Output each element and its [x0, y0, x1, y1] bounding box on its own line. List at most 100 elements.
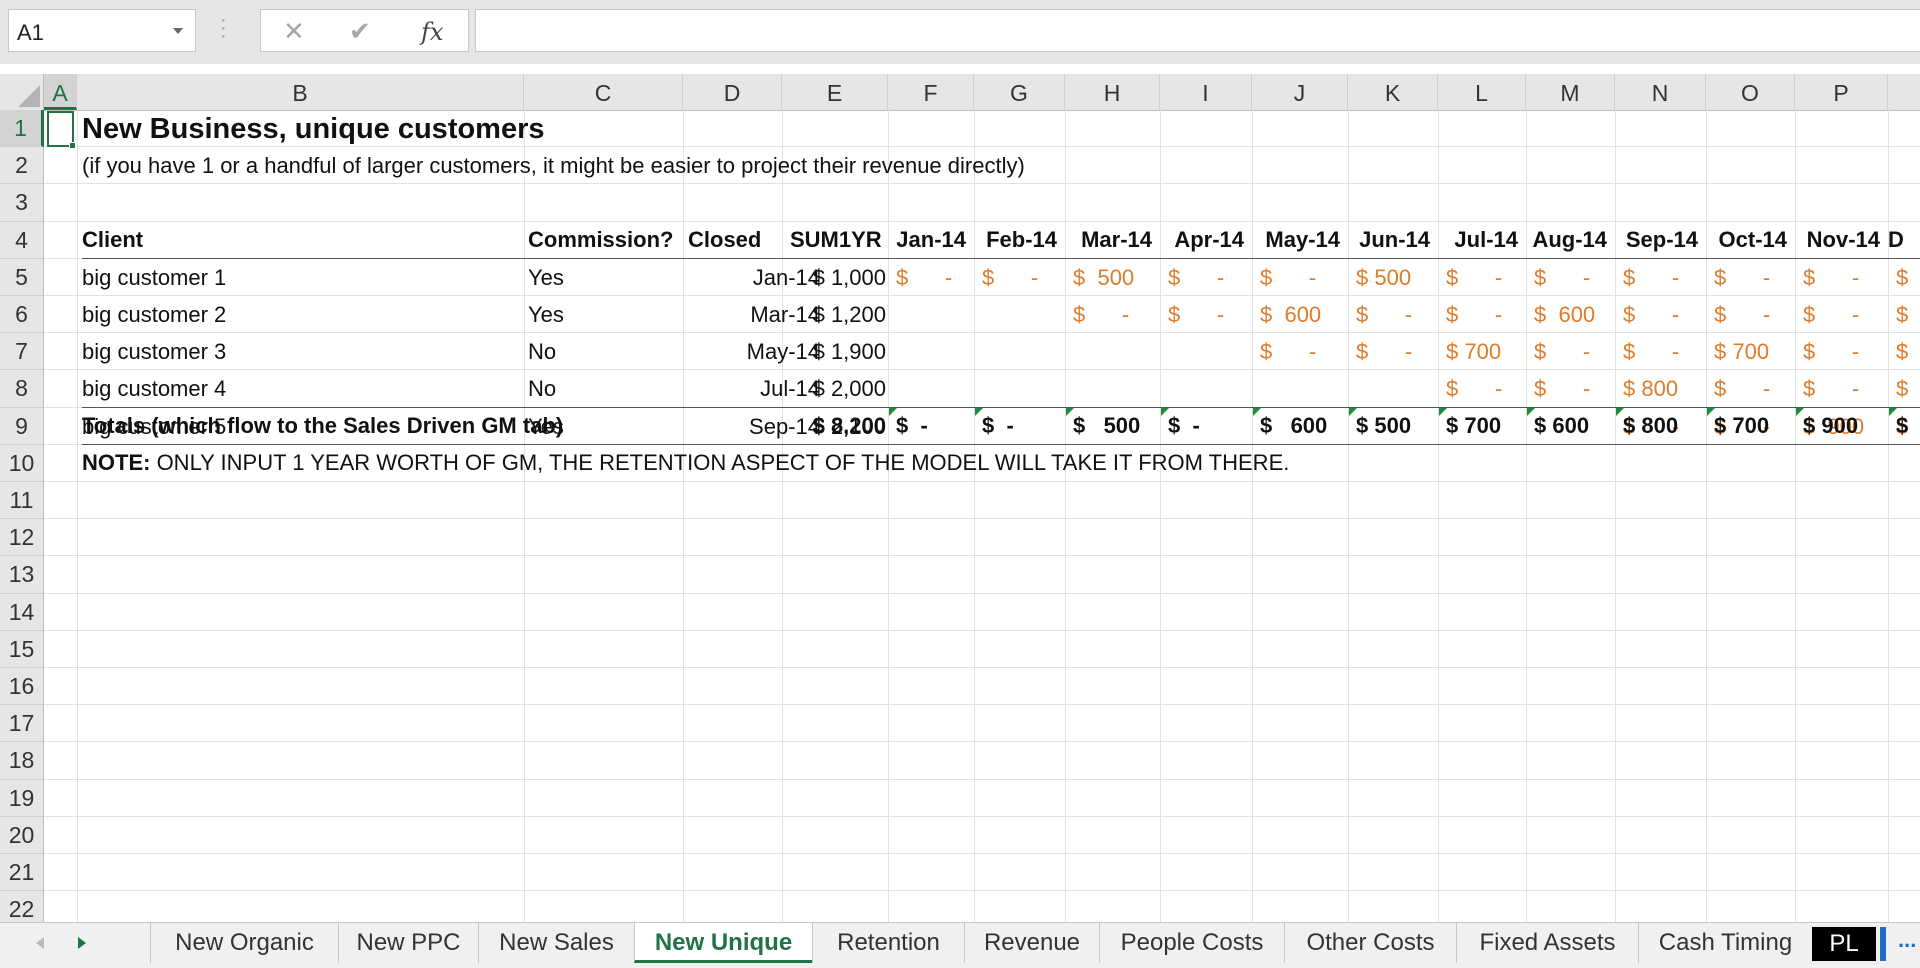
row-header-15[interactable]: 15 [0, 630, 44, 668]
month-value: $ [1896, 339, 1909, 364]
month-value: $ - [1803, 376, 1860, 401]
column-header-d[interactable]: D [683, 74, 782, 110]
row-header-16[interactable]: 16 [0, 668, 44, 706]
column-header-n[interactable]: N [1615, 74, 1706, 110]
month-value: $ - [1356, 339, 1413, 364]
client-name: big customer 2 [82, 302, 227, 327]
row-header-14[interactable]: 14 [0, 593, 44, 631]
scroll-tabs-left-icon[interactable] [36, 937, 44, 949]
row-header-9[interactable]: 9 [0, 407, 44, 445]
column-header-h[interactable]: H [1065, 74, 1160, 110]
row-header-13[interactable]: 13 [0, 556, 44, 594]
column-header-a[interactable]: A [44, 74, 77, 110]
insert-function-icon[interactable]: fx [421, 18, 443, 46]
row-header-7[interactable]: 7 [0, 333, 44, 371]
row-header-6[interactable]: 6 [0, 296, 44, 334]
tab-fixed-assets[interactable]: Fixed Assets [1456, 923, 1638, 963]
month-value: $ 500 [1356, 265, 1412, 290]
month-total: $ 600 [1534, 413, 1590, 438]
row-header-19[interactable]: 19 [0, 779, 44, 817]
column-header-b[interactable]: B [77, 74, 524, 110]
row-header-17[interactable]: 17 [0, 705, 44, 743]
row-header-12[interactable]: 12 [0, 519, 44, 557]
row-header-21[interactable]: 21 [0, 854, 44, 892]
row-header-1[interactable]: 1 [0, 110, 44, 148]
tab-people-costs[interactable]: People Costs [1099, 923, 1284, 963]
month-value: $ [1896, 376, 1909, 401]
row-header-11[interactable]: 11 [0, 482, 44, 520]
gridline-horizontal [44, 481, 1920, 482]
month-value: $ - [1714, 302, 1771, 327]
tab-revenue[interactable]: Revenue [964, 923, 1099, 963]
column-header-e[interactable]: E [782, 74, 888, 110]
column-header-m[interactable]: M [1526, 74, 1615, 110]
month-header: Jul-14 [1454, 227, 1518, 252]
tab-new-sales[interactable]: New Sales [478, 923, 634, 963]
formula-input[interactable] [475, 9, 1920, 52]
tab-cash-timing[interactable]: Cash Timing [1638, 923, 1812, 963]
tab-retention[interactable]: Retention [812, 923, 964, 963]
chevron-down-icon[interactable] [173, 28, 183, 34]
row-header-18[interactable]: 18 [0, 742, 44, 780]
sum1yr-value: $ 1,900 [812, 339, 886, 364]
row-header-4[interactable]: 4 [0, 221, 44, 259]
column-header-c[interactable]: C [524, 74, 683, 110]
gridline-horizontal [44, 741, 1920, 743]
gridline-horizontal [44, 778, 1920, 780]
month-value: $ - [896, 265, 953, 290]
column-headers: ABCDEFGHIJKLMNOP [0, 74, 1920, 111]
column-header-p[interactable]: P [1795, 74, 1888, 110]
name-box[interactable]: A1 [8, 9, 196, 52]
tab-other-costs[interactable]: Other Costs [1284, 923, 1456, 963]
month-value: $ 700 [1446, 339, 1502, 364]
cell-area[interactable]: New Business, unique customers (if you h… [44, 110, 1920, 922]
column-header-o[interactable]: O [1706, 74, 1795, 110]
month-total: $ 700 [1446, 413, 1502, 438]
month-value: $ - [1260, 339, 1317, 364]
tab-new-unique[interactable]: New Unique [634, 923, 812, 963]
select-all-button[interactable] [0, 74, 44, 110]
month-total: $ - [896, 413, 928, 438]
row-header-8[interactable]: 8 [0, 370, 44, 408]
row-header-2[interactable]: 2 [0, 147, 44, 185]
header-sum1yr: SUM1YR [790, 227, 882, 252]
month-header: Feb-14 [986, 227, 1057, 252]
formula-indicator-icon [975, 408, 983, 416]
column-header-f[interactable]: F [888, 74, 974, 110]
month-header: Aug-14 [1532, 227, 1607, 252]
column-header-i[interactable]: I [1160, 74, 1252, 110]
column-header-j[interactable]: J [1252, 74, 1348, 110]
sheet-subtitle: (if you have 1 or a handful of larger cu… [82, 153, 1025, 178]
drag-handle-icon[interactable]: · · · [220, 10, 227, 46]
formula-buttons: ✕ ✔ fx [260, 9, 469, 52]
row-header-3[interactable]: 3 [0, 184, 44, 222]
totals-sum: $ 8,200 [812, 413, 886, 438]
row-header-22[interactable]: 22 [0, 891, 44, 922]
column-header-l[interactable]: L [1438, 74, 1526, 110]
scroll-tabs-right-icon[interactable] [78, 937, 86, 949]
formula-indicator-icon [1161, 408, 1169, 416]
month-header: May-14 [1265, 227, 1340, 252]
row-header-20[interactable]: 20 [0, 816, 44, 854]
cancel-icon[interactable]: ✕ [283, 16, 305, 47]
gridline-horizontal [44, 704, 1920, 706]
more-tabs-button[interactable]: ... [1898, 927, 1916, 953]
tab-new-ppc[interactable]: New PPC [338, 923, 478, 963]
enter-icon[interactable]: ✔ [349, 16, 371, 47]
sum1yr-value: $ 1,000 [812, 265, 886, 290]
gridline-vertical [524, 110, 525, 922]
month-total: $ [1896, 413, 1909, 438]
note-text: ONLY INPUT 1 YEAR WORTH OF GM, THE RETEN… [150, 450, 1290, 475]
sum1yr-value: $ 2,000 [812, 376, 886, 401]
month-value: $ - [1714, 376, 1771, 401]
column-header-k[interactable]: K [1348, 74, 1438, 110]
column-header-g[interactable]: G [974, 74, 1065, 110]
row-header-10[interactable]: 10 [0, 444, 44, 482]
month-value: $ - [1260, 265, 1317, 290]
tab-new-organic[interactable]: New Organic [150, 923, 338, 963]
row-header-5[interactable]: 5 [0, 258, 44, 296]
commission-value: Yes [528, 302, 564, 327]
gridline-vertical [782, 110, 783, 922]
tab-pl[interactable]: PL [1812, 927, 1876, 961]
month-value: $ - [982, 265, 1039, 290]
